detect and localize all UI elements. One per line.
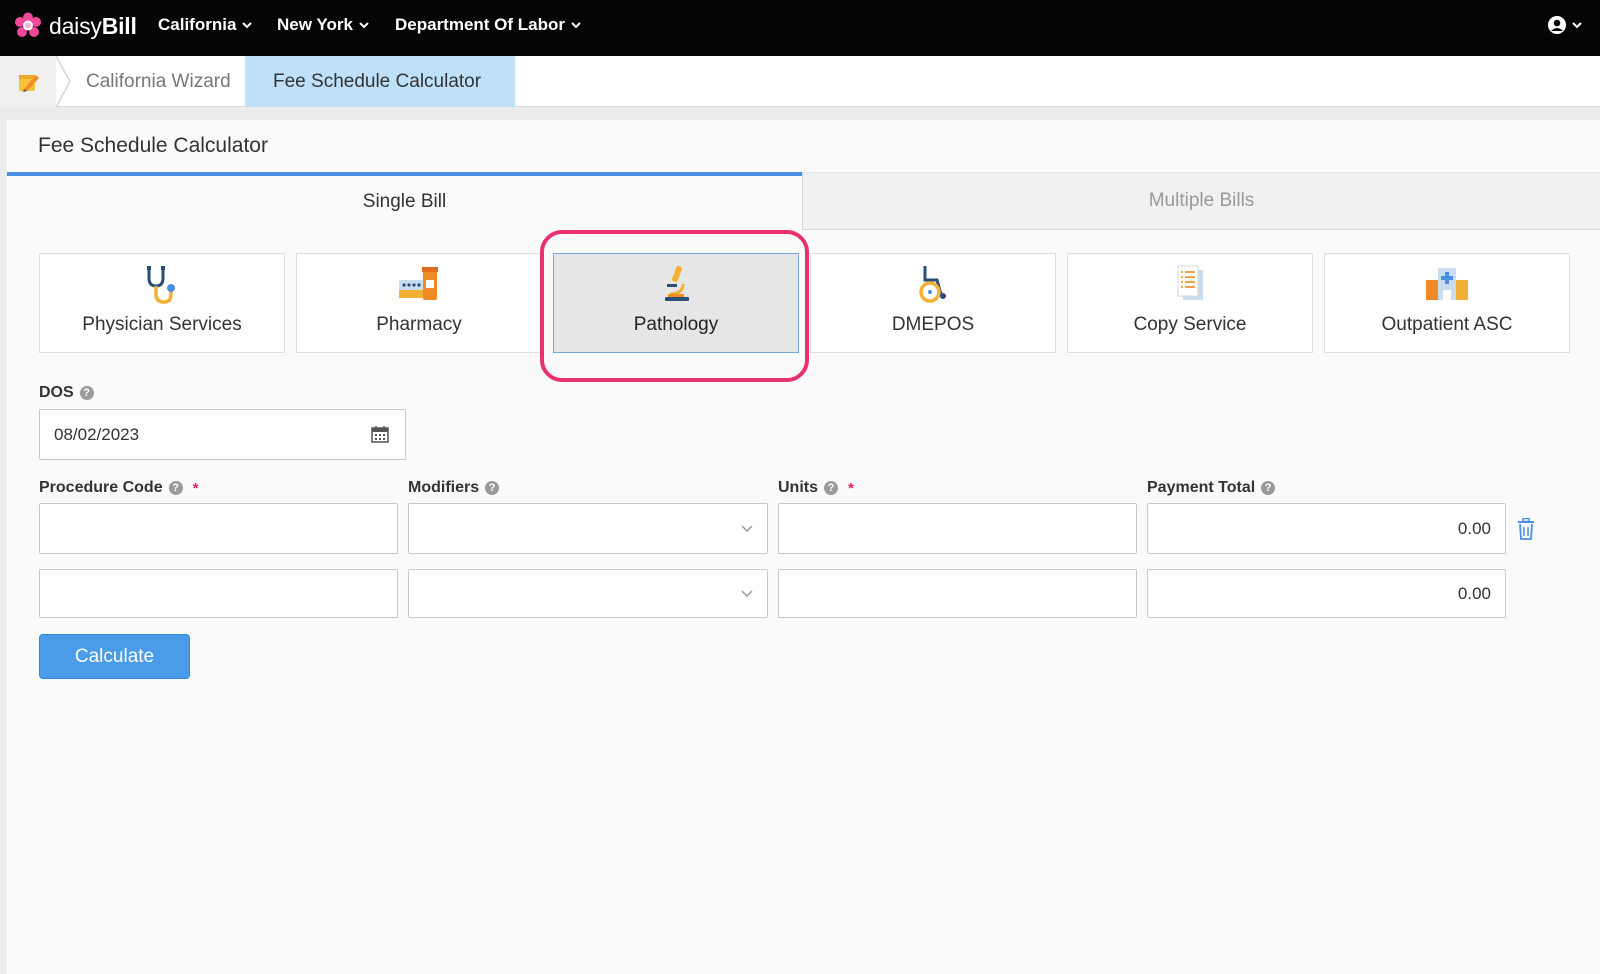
daisybill-logo[interactable]: daisyBill: [14, 12, 137, 40]
tab-multiple-bills[interactable]: Multiple Bills: [802, 172, 1600, 230]
dos-label: DOS ?: [39, 384, 94, 402]
service-label: Pathology: [633, 314, 719, 335]
breadcrumb-california-wizard[interactable]: California Wizard: [86, 56, 231, 107]
hospital-icon: [1426, 268, 1468, 300]
help-icon[interactable]: ?: [485, 481, 500, 495]
service-pathology[interactable]: Pathology: [553, 253, 799, 353]
units-label: Units ? *: [778, 479, 854, 497]
daisy-flower-icon: [15, 12, 41, 37]
payment-total-field: [1147, 569, 1506, 618]
units-label-text: Units: [778, 479, 818, 496]
modifiers-label: Modifiers ?: [408, 479, 500, 497]
nav-menu-department-of-labor[interactable]: Department Of Labor: [395, 15, 581, 35]
procedure-code-input[interactable]: [39, 569, 398, 618]
service-label: Physician Services: [82, 314, 242, 335]
chevron-down-icon: [571, 21, 581, 28]
microscope-icon: [665, 266, 689, 301]
chevron-down-icon: [1572, 21, 1582, 28]
breadcrumb-separator: [56, 56, 71, 107]
breadcrumb-fee-schedule-calculator[interactable]: Fee Schedule Calculator: [273, 56, 481, 107]
dos-date-input[interactable]: [39, 409, 406, 460]
chevron-down-icon: [741, 524, 753, 532]
breadcrumb: California Wizard Fee Schedule Calculato…: [0, 56, 1600, 107]
calculate-button[interactable]: Calculate: [39, 634, 190, 679]
service-copy-service[interactable]: Copy Service: [1067, 253, 1313, 353]
service-label: Copy Service: [1133, 314, 1247, 335]
required-marker: *: [192, 479, 199, 497]
payment-total-field: [1147, 503, 1506, 554]
breadcrumb-home[interactable]: [0, 56, 56, 107]
help-icon[interactable]: ?: [1261, 481, 1276, 495]
service-outpatient-asc[interactable]: Outpatient ASC: [1324, 253, 1570, 353]
nav-menu-california[interactable]: California: [158, 15, 253, 35]
user-circle-icon: [1548, 16, 1566, 34]
brand-name-bold: Bill: [101, 12, 137, 39]
trash-icon[interactable]: [1516, 518, 1536, 540]
user-account-menu[interactable]: [1547, 15, 1582, 35]
procedure-code-input[interactable]: [39, 503, 398, 554]
chevron-down-icon: [359, 21, 369, 28]
modifiers-label-text: Modifiers: [408, 479, 480, 496]
nav-menu-label: New York: [277, 15, 353, 34]
required-marker: *: [848, 479, 854, 497]
payment-total-label: Payment Total ?: [1147, 479, 1276, 497]
calendar-icon[interactable]: [371, 425, 389, 443]
nav-menu-label: California: [158, 15, 237, 34]
service-label: Pharmacy: [376, 314, 462, 335]
wheelchair-icon: [919, 266, 946, 303]
modifiers-select[interactable]: [408, 569, 768, 618]
tab-single-bill[interactable]: Single Bill: [7, 172, 802, 227]
service-dmepos[interactable]: DMEPOS: [810, 253, 1056, 353]
notepad-pencil-icon: [19, 74, 39, 92]
brand-name: daisyBill: [49, 13, 137, 40]
units-input[interactable]: [778, 503, 1137, 554]
dos-label-text: DOS: [39, 384, 74, 401]
procedure-code-label-text: Procedure Code: [39, 479, 163, 496]
page-title: Fee Schedule Calculator: [38, 134, 268, 157]
chevron-down-icon: [741, 589, 753, 597]
service-pharmacy[interactable]: Pharmacy: [296, 253, 542, 353]
service-physician-services[interactable]: Physician Services: [39, 253, 285, 353]
procedure-code-label: Procedure Code ? *: [39, 479, 198, 497]
service-label: DMEPOS: [891, 314, 975, 335]
units-input[interactable]: [778, 569, 1137, 618]
help-icon[interactable]: ?: [168, 481, 183, 495]
nav-menu-label: Department Of Labor: [395, 15, 566, 34]
help-icon[interactable]: ?: [824, 481, 838, 495]
payment-total-label-text: Payment Total: [1147, 479, 1256, 496]
chevron-down-icon: [242, 21, 253, 28]
help-icon[interactable]: ?: [79, 386, 94, 400]
document-copy-icon: [1177, 265, 1203, 300]
service-label: Outpatient ASC: [1381, 314, 1513, 335]
pharmacy-icon: [399, 267, 438, 300]
brand-name-light: daisy: [49, 12, 102, 39]
nav-menu-new-york[interactable]: New York: [277, 15, 369, 35]
stethoscope-icon: [147, 266, 175, 304]
modifiers-select[interactable]: [408, 503, 768, 554]
top-navbar: daisyBill California New York Department…: [0, 0, 1600, 56]
